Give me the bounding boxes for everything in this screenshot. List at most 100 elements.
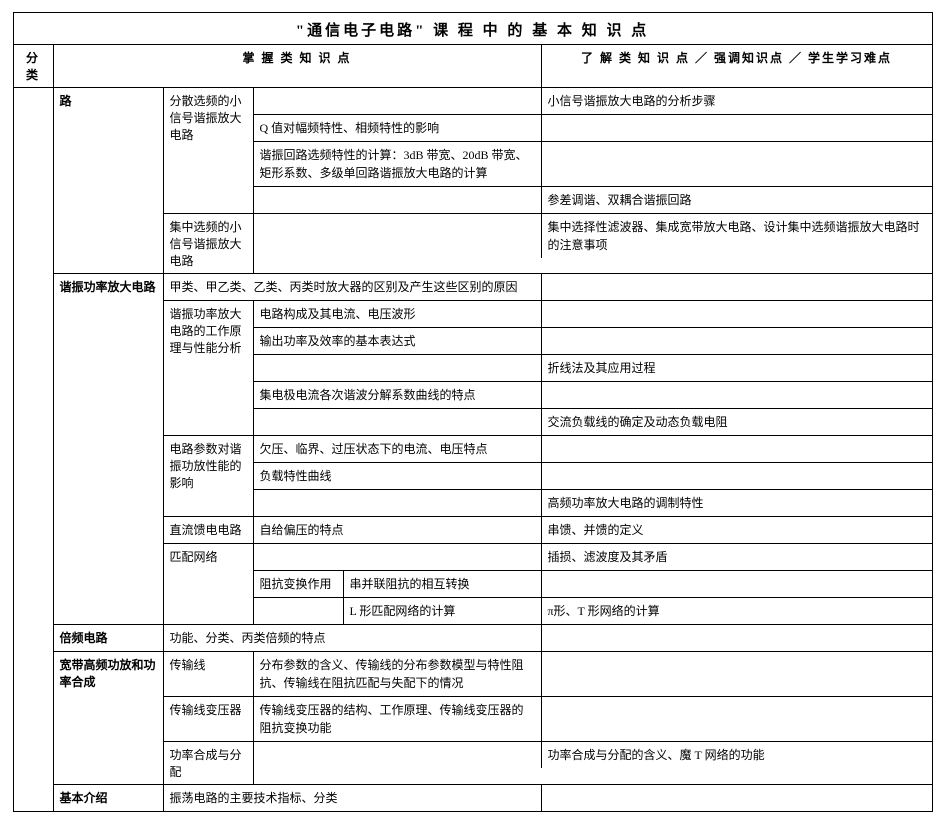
master-cell: 传输线变压器的结构、工作原理、传输线变压器的阻抗变换功能	[254, 697, 542, 741]
table-row: 高频功率放大电路的调制特性	[254, 490, 932, 516]
table-row: 集电极电流各次谐波分解系数曲线的特点	[254, 382, 932, 409]
understand-cell	[542, 463, 932, 489]
understand-cell	[542, 785, 932, 811]
leftmost-category-gutter	[14, 88, 54, 811]
understand-cell	[542, 382, 932, 408]
understand-cell: 功率合成与分配的含义、魔 T 网络的功能	[542, 742, 932, 768]
understand-cell: 参差调谐、双耦合谐振回路	[542, 187, 932, 213]
master-cell	[254, 187, 542, 213]
master-cell	[254, 742, 542, 768]
subgroup-label: 功率合成与分配	[164, 742, 254, 784]
section-basic-intro: 基本介绍 振荡电路的主要技术指标、分类	[54, 785, 932, 811]
understand-cell: 折线法及其应用过程	[542, 355, 932, 381]
master-cell	[254, 88, 542, 114]
table-row: 折线法及其应用过程	[254, 355, 932, 382]
section-label: 宽带高频功放和功率合成	[54, 652, 164, 784]
table-row: 自给偏压的特点 串馈、并馈的定义	[254, 517, 932, 543]
section-label: 基本介绍	[54, 785, 164, 811]
understand-cell	[542, 301, 932, 327]
subgroup-label: 谐振功率放大电路的工作原理与性能分析	[164, 301, 254, 435]
understand-cell	[542, 142, 932, 186]
section-label: 路	[54, 88, 164, 273]
understand-cell: 小信号谐振放大电路的分析步骤	[542, 88, 932, 114]
table-row: 负载特性曲线	[254, 463, 932, 490]
section-small-signal: 路 分散选频的小信号谐振放大电路 小信号谐振放大电路的分析步骤 Q 值对幅频特性	[54, 88, 932, 274]
subgroup: 传输线 分布参数的含义、传输线的分布参数模型与特性阻抗、传输线在阻抗匹配与失配下…	[164, 652, 932, 697]
subgroup-label: 电路参数对谐振功放性能的影响	[164, 436, 254, 516]
master-cell	[254, 409, 542, 435]
table-row: 阻抗变换作用 串并联阻抗的相互转换	[254, 571, 932, 598]
table-row: 振荡电路的主要技术指标、分类	[164, 785, 932, 811]
table-row: 插损、滤波度及其矛盾	[254, 544, 932, 571]
table-row: 输出功率及效率的基本表达式	[254, 328, 932, 355]
section-multiplier: 倍频电路 功能、分类、丙类倍频的特点	[54, 625, 932, 652]
understand-cell	[542, 571, 932, 597]
page-title: "通信电子电路" 课 程 中 的 基 本 知 识 点	[14, 13, 932, 45]
subgroup-label: 集中选频的小信号谐振放大电路	[164, 214, 254, 273]
understand-cell: 高频功率放大电路的调制特性	[542, 490, 932, 516]
header-master: 掌 握 类 知 识 点	[54, 45, 542, 88]
master-cell: 甲类、甲乙类、乙类、丙类时放大器的区别及产生这些区别的原因	[164, 274, 542, 300]
table-header: 分类 掌 握 类 知 识 点 了 解 类 知 识 点 ／ 强调知识点 ／ 学生学…	[14, 45, 932, 88]
understand-cell	[542, 274, 932, 300]
understand-cell	[542, 328, 932, 354]
table-row: 谐振回路选频特性的计算：3dB 带宽、20dB 带宽、矩形系数、多级单回路谐振放…	[254, 142, 932, 187]
master-cell	[254, 214, 542, 258]
table-row: 欠压、临界、过压状态下的电流、电压特点	[254, 436, 932, 463]
subgroup: 匹配网络 插损、滤波度及其矛盾 阻抗变换作用 串并联阻抗的相互转换	[164, 544, 932, 624]
master-cell	[254, 355, 542, 381]
understand-cell	[542, 652, 932, 696]
subgroup-label: 匹配网络	[164, 544, 254, 624]
subgroup-label: 分散选频的小信号谐振放大电路	[164, 88, 254, 213]
understand-cell: 串馈、并馈的定义	[542, 517, 932, 543]
section-resonant-pa: 谐振功率放大电路 甲类、甲乙类、乙类、丙类时放大器的区别及产生这些区别的原因 谐…	[54, 274, 932, 625]
understand-cell: 插损、滤波度及其矛盾	[542, 544, 932, 570]
subgroup-label: 直流馈电电路	[164, 517, 254, 543]
understand-cell: π形、T 形网络的计算	[542, 598, 932, 624]
master-cell: 分布参数的含义、传输线的分布参数模型与特性阻抗、传输线在阻抗匹配与失配下的情况	[254, 652, 542, 696]
master-cell	[254, 544, 542, 570]
header-category: 分类	[14, 45, 54, 88]
section-label: 倍频电路	[54, 625, 164, 651]
master-cell: L 形匹配网络的计算	[344, 598, 541, 624]
master-cell: 串并联阻抗的相互转换	[344, 571, 541, 597]
knowledge-table: "通信电子电路" 课 程 中 的 基 本 知 识 点 分类 掌 握 类 知 识 …	[13, 12, 933, 812]
understand-cell	[542, 697, 932, 741]
master-cell: 自给偏压的特点	[254, 517, 542, 543]
subgroup: 电路参数对谐振功放性能的影响 欠压、临界、过压状态下的电流、电压特点 负载特性曲…	[164, 436, 932, 517]
subgroup: 直流馈电电路 自给偏压的特点 串馈、并馈的定义	[164, 517, 932, 544]
subgroup: 谐振功率放大电路的工作原理与性能分析 电路构成及其电流、电压波形 输出功率及效率…	[164, 301, 932, 436]
subgroup: 传输线变压器 传输线变压器的结构、工作原理、传输线变压器的阻抗变换功能	[164, 697, 932, 742]
subgroup-label: 传输线变压器	[164, 697, 254, 741]
master-sublabel	[254, 598, 344, 624]
master-cell: 功能、分类、丙类倍频的特点	[164, 625, 542, 651]
section-wideband-pa: 宽带高频功放和功率合成 传输线 分布参数的含义、传输线的分布参数模型与特性阻抗、…	[54, 652, 932, 785]
understand-cell	[542, 436, 932, 462]
table-row: 参差调谐、双耦合谐振回路	[254, 187, 932, 213]
master-cell: 电路构成及其电流、电压波形	[254, 301, 542, 327]
subgroup: 分散选频的小信号谐振放大电路 小信号谐振放大电路的分析步骤 Q 值对幅频特性、相…	[164, 88, 932, 214]
master-cell: 集电极电流各次谐波分解系数曲线的特点	[254, 382, 542, 408]
header-understand: 了 解 类 知 识 点 ／ 强调知识点 ／ 学生学习难点	[542, 45, 932, 88]
content-column: 路 分散选频的小信号谐振放大电路 小信号谐振放大电路的分析步骤 Q 值对幅频特性	[54, 88, 932, 811]
understand-cell: 交流负载线的确定及动态负载电阻	[542, 409, 932, 435]
master-cell: 输出功率及效率的基本表达式	[254, 328, 542, 354]
subgroup-label: 传输线	[164, 652, 254, 696]
table-row: 传输线变压器的结构、工作原理、传输线变压器的阻抗变换功能	[254, 697, 932, 741]
master-cell: 欠压、临界、过压状态下的电流、电压特点	[254, 436, 542, 462]
table-row: 功能、分类、丙类倍频的特点	[164, 625, 932, 651]
master-cell: 谐振回路选频特性的计算：3dB 带宽、20dB 带宽、矩形系数、多级单回路谐振放…	[254, 142, 542, 186]
master-cell: 振荡电路的主要技术指标、分类	[164, 785, 542, 811]
table-row: Q 值对幅频特性、相频特性的影响	[254, 115, 932, 142]
table-row: 交流负载线的确定及动态负载电阻	[254, 409, 932, 435]
understand-cell	[542, 115, 932, 141]
master-cell: 负载特性曲线	[254, 463, 542, 489]
subgroup: 功率合成与分配 功率合成与分配的含义、魔 T 网络的功能	[164, 742, 932, 784]
understand-cell	[542, 625, 932, 651]
table-row: 集中选择性滤波器、集成宽带放大电路、设计集中选频谐振放大电路时的注意事项	[254, 214, 932, 258]
subgroup: 集中选频的小信号谐振放大电路 集中选择性滤波器、集成宽带放大电路、设计集中选频谐…	[164, 214, 932, 273]
section-label: 谐振功率放大电路	[54, 274, 164, 624]
table-row: L 形匹配网络的计算 π形、T 形网络的计算	[254, 598, 932, 624]
master-sublabel: 阻抗变换作用	[254, 571, 344, 597]
master-cell	[254, 490, 542, 516]
